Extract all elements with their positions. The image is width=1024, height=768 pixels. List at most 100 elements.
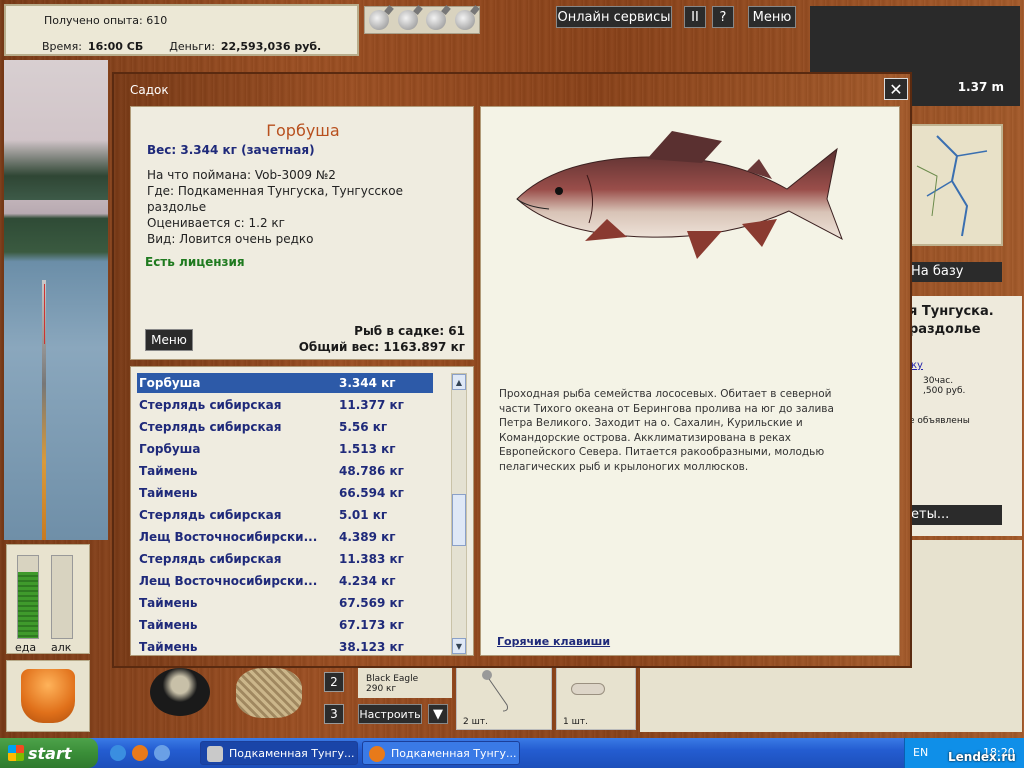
rod-slot-3-button[interactable]: 3 — [324, 704, 344, 724]
bucket-slot[interactable] — [6, 660, 90, 732]
firefox-icon — [369, 746, 385, 762]
fish-row-name: Таймень — [139, 486, 198, 500]
location-title: я Тунгуска. — [909, 304, 994, 319]
rated-from: Оценивается с: 1.2 кг — [147, 216, 285, 230]
weight-icon[interactable] — [397, 10, 418, 30]
fish-row-weight: 67.173 кг — [339, 618, 404, 632]
fish-row-weight: 4.389 кг — [339, 530, 396, 544]
main-menu-button[interactable]: Меню — [748, 6, 796, 28]
fish-list-row[interactable]: Стерлядь сибирская 5.56 кг — [137, 417, 433, 437]
map-icon — [916, 135, 988, 237]
status-hud: Получено опыта: 610 Время: 16:00 СБ День… — [4, 4, 359, 56]
fish-row-weight: 1.513 кг — [339, 442, 396, 456]
fishing-line — [44, 284, 45, 344]
fish-row-name: Горбуша — [139, 442, 201, 456]
hotkeys-link[interactable]: Горячие клавиши — [497, 635, 610, 648]
fish-list-row[interactable]: Лещ Восточносибирски... 4.234 кг — [137, 571, 433, 591]
fish-row-weight: 11.377 кг — [339, 398, 404, 412]
fish-row-name: Горбуша — [139, 376, 201, 390]
weight-icon[interactable] — [426, 10, 447, 30]
larva-bait-icon — [571, 683, 605, 695]
fish-row-name: Стерлядь сибирская — [139, 508, 282, 522]
location-ads: е объявлены — [909, 416, 970, 426]
fish-row-weight: 4.234 кг — [339, 574, 396, 588]
start-button[interactable]: start — [0, 738, 98, 768]
fish-row-name: Стерлядь сибирская — [139, 552, 282, 566]
lure-slot[interactable]: Black Eagle 290 кг — [358, 664, 452, 698]
fish-menu-button[interactable]: Меню — [145, 329, 193, 351]
fish-list-row[interactable]: Таймень 67.173 кг — [137, 615, 433, 635]
location-subtitle: раздолье — [909, 322, 981, 337]
task-label: Подкаменная Тунгу... — [229, 747, 355, 760]
windows-flag-icon — [8, 745, 24, 761]
taskbar-item-game[interactable]: Подкаменная Тунгу... — [200, 741, 358, 765]
firefox-icon[interactable] — [132, 745, 148, 761]
fish-list-row[interactable]: Горбуша 1.513 кг — [137, 439, 433, 459]
fish-list[interactable]: Горбуша 3.344 кг Стерлядь сибирская 11.377 … — [130, 366, 474, 656]
fish-row-weight: 5.01 кг — [339, 508, 388, 522]
to-base-button[interactable]: На базу — [905, 262, 1002, 282]
fish-list-row[interactable]: Таймень 66.594 кг — [137, 483, 433, 503]
fish-row-name: Таймень — [139, 464, 198, 478]
keepnet-dialog: Садок ✕ Горбуша Вес: 3.344 кг (зачетная)… — [112, 72, 912, 668]
setup-dropdown-button[interactable]: ▼ — [428, 704, 448, 724]
close-button[interactable]: ✕ — [884, 78, 908, 100]
fish-list-row[interactable]: Стерлядь сибирская 11.377 кг — [137, 395, 433, 415]
fish-row-name: Стерлядь сибирская — [139, 398, 282, 412]
food-label: еда — [15, 641, 37, 654]
taskbar-item-browser[interactable]: Подкаменная Тунгу... — [362, 741, 520, 765]
map-thumbnail[interactable] — [905, 124, 1003, 246]
food-fill — [18, 572, 38, 638]
treeline — [4, 140, 108, 200]
food-meter — [17, 555, 39, 639]
start-label: start — [28, 743, 72, 763]
fish-row-name: Таймень — [139, 596, 198, 610]
fish-row-weight: 48.786 кг — [339, 464, 404, 478]
hook-icon — [482, 670, 508, 712]
help-button[interactable]: ? — [712, 6, 734, 28]
fish-list-row[interactable]: Таймень 38.123 кг — [137, 637, 433, 655]
online-services-button[interactable]: Онлайн сервисы — [556, 6, 672, 28]
scroll-thumb[interactable] — [452, 494, 466, 546]
weight-icon[interactable] — [454, 10, 475, 30]
fish-illustration — [516, 131, 843, 259]
money-value: 22,593,036 руб. — [220, 40, 322, 53]
alcohol-label: алк — [51, 641, 72, 654]
rod-slot-2-button[interactable]: 2 — [324, 672, 344, 692]
tackle-slot-1[interactable]: 2 шт. — [456, 664, 552, 730]
ie-icon[interactable] — [154, 745, 170, 761]
setup-button[interactable]: Настроить — [358, 704, 422, 724]
bait-pot-icon[interactable] — [150, 668, 210, 716]
fish-count: Рыб в садке: 61 — [354, 324, 465, 338]
lure-weight: 290 кг — [366, 684, 397, 694]
money-label: Деньги: — [169, 40, 215, 53]
tackle-slot-2[interactable]: 1 шт. — [556, 664, 636, 730]
fish-list-row[interactable]: Стерлядь сибирская 5.01 кг — [137, 505, 433, 525]
fish-row-weight: 5.56 кг — [339, 420, 388, 434]
keepnet-totals: Рыб в садке: 61 Общий вес: 1163.897 кг — [299, 323, 465, 355]
fish-list-row[interactable]: Таймень 48.786 кг — [137, 461, 433, 481]
fish-row-name: Стерлядь сибирская — [139, 420, 282, 434]
scroll-up-button[interactable]: ▲ — [452, 374, 466, 390]
keepnet-icon[interactable] — [236, 668, 302, 718]
pause-button[interactable]: II — [684, 6, 706, 28]
scrollbar[interactable]: ▲ ▼ — [451, 373, 467, 655]
tackle-count: 2 шт. — [463, 717, 488, 727]
tickets-button[interactable]: еты... — [905, 505, 1002, 525]
fish-list-row[interactable]: Стерлядь сибирская 11.383 кг — [137, 549, 433, 569]
fish-info-panel: Горбуша Вес: 3.344 кг (зачетная) На что … — [130, 106, 474, 360]
license-status: Есть лицензия — [145, 255, 245, 269]
tackle-count: 1 шт. — [563, 717, 588, 727]
fish-list-row[interactable]: Лещ Восточносибирски... 4.389 кг — [137, 527, 433, 547]
fish-list-row[interactable]: Таймень 67.569 кг — [137, 593, 433, 613]
fish-name: Горбуша — [266, 121, 340, 140]
dialog-title: Садок — [130, 83, 169, 97]
desktop-icon[interactable] — [110, 745, 126, 761]
language-indicator[interactable]: EN — [913, 746, 928, 759]
fish-list-row[interactable]: Горбуша 3.344 кг — [137, 373, 433, 393]
fish-rarity: Вид: Ловится очень редко — [147, 232, 314, 246]
scroll-down-button[interactable]: ▼ — [452, 638, 466, 654]
fish-description: Проходная рыба семейства лососевых. Обит… — [499, 388, 834, 473]
weight-icon[interactable] — [369, 10, 390, 30]
location-link[interactable]: ку — [911, 360, 923, 371]
